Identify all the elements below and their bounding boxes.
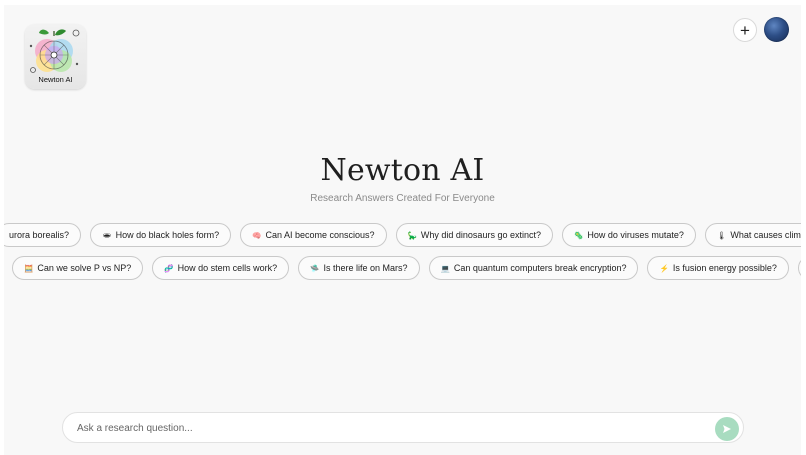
suggestion-text: Why did dinosaurs go extinct? (420, 230, 541, 240)
suggestion-chip[interactable]: 🧬 How do stem cells work? (152, 256, 290, 280)
suggestion-row-1: urora borealis? 🕳 How do black holes form?… (4, 223, 801, 248)
suggestion-chip[interactable]: 🧮 Can we solve P vs NP? (12, 256, 144, 280)
suggestion-row-2: ?🧮Can we solve P vs NP?🧬How do stem cell… (4, 256, 801, 281)
suggestion-emoji-icon: 🦕 (407, 230, 417, 240)
suggestion-chip[interactable]: 🌌What (797, 256, 801, 280)
search-input[interactable] (77, 420, 697, 437)
suggestion-emoji-icon: 🕳 (102, 230, 112, 240)
send-button[interactable] (715, 417, 739, 441)
suggestion-text: What causes climate change? (730, 230, 801, 240)
suggestion-chip[interactable]: 🧠 Can AI become conscious? (240, 223, 387, 247)
suggestion-chip[interactable]: 🌡What causes climate change? (704, 223, 801, 247)
new-chat-button[interactable]: + (733, 18, 757, 42)
suggestion-text: Is fusion energy possible? (672, 263, 777, 273)
search-bar (62, 412, 744, 443)
suggestion-text: urora borealis? (9, 230, 70, 240)
suggestion-chip[interactable]: 🛸 Is there life on Mars? (298, 256, 420, 280)
suggestion-emoji-icon: 💻 (440, 263, 450, 273)
suggestion-emoji-icon: 🛸 (310, 263, 320, 273)
suggestion-chip[interactable]: urora borealis? (4, 223, 82, 247)
suggestion-emoji-icon: 🧮 (24, 263, 34, 273)
page-subtitle: Research Answers Created For Everyone (310, 193, 495, 204)
logo-text: Newton AI (38, 75, 73, 84)
suggestion-emoji-icon: ⚡ (659, 263, 669, 273)
suggestion-track-2: ?🧮Can we solve P vs NP?🧬How do stem cell… (4, 256, 801, 280)
user-avatar[interactable] (764, 17, 789, 42)
suggestion-chip[interactable]: 🕳 How do black holes form? (90, 223, 232, 247)
suggestion-chip[interactable]: 🦠 How do viruses mutate? (561, 223, 696, 247)
send-icon (723, 425, 731, 433)
suggestion-text: Can quantum computers break encryption? (453, 263, 627, 273)
suggestion-emoji-icon: 🧬 (164, 263, 174, 273)
page-title: Newton AI (320, 153, 485, 188)
app-window: Newton AI + Newton AI Research Answers C… (4, 5, 801, 455)
suggestion-chip[interactable]: ⚡ Is fusion energy possible? (647, 256, 789, 280)
suggestion-text: Can AI become conscious? (265, 230, 375, 240)
suggestion-chip[interactable]: 🦕 Why did dinosaurs go extinct? (395, 223, 553, 247)
suggestion-emoji-icon: 🌡 (716, 230, 727, 240)
suggestion-text: How do viruses mutate? (587, 230, 684, 240)
suggestion-track-1: urora borealis? 🕳 How do black holes form?… (4, 223, 801, 247)
suggestion-text: How do black holes form? (115, 230, 220, 240)
suggestion-emoji-icon: 🦠 (573, 230, 584, 240)
suggestion-text: Is there life on Mars? (323, 263, 408, 273)
suggestion-text: How do stem cells work? (177, 263, 278, 273)
suggestion-chip[interactable]: 💻 Can quantum computers break encryption? (428, 256, 639, 280)
suggestion-emoji-icon: 🧠 (252, 230, 262, 240)
plus-icon: + (740, 20, 750, 40)
suggestion-text: Can we solve P vs NP? (37, 263, 132, 273)
newton-ai-logo[interactable]: Newton AI (25, 24, 86, 89)
